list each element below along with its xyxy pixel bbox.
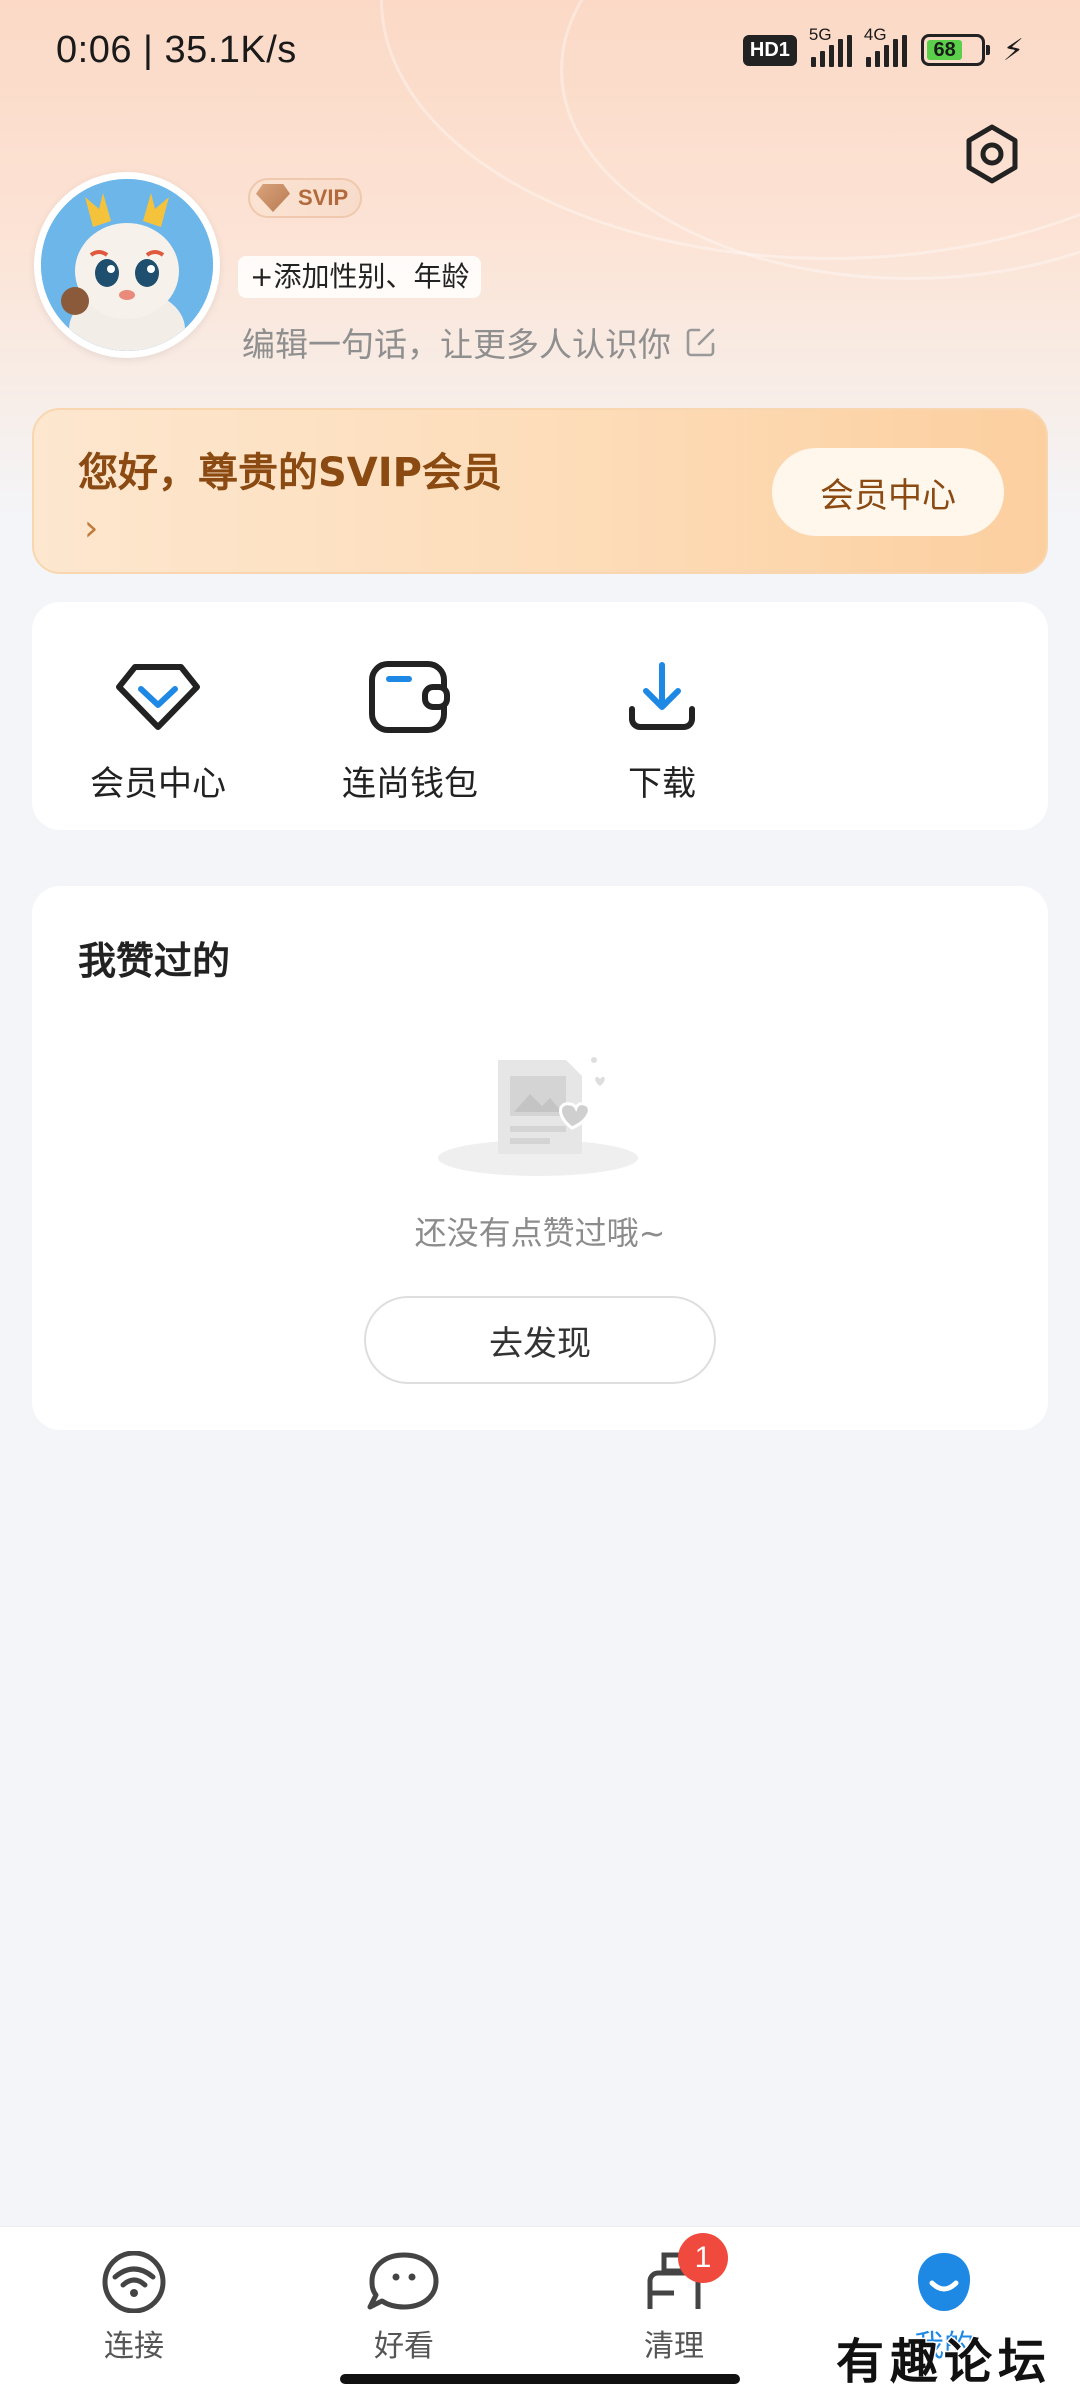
- svip-badge: SVIP: [248, 178, 363, 218]
- svip-badge-label: SVIP: [298, 185, 349, 210]
- liked-title: 我赞过的: [78, 939, 231, 983]
- profile-icon: [918, 2253, 970, 2311]
- charging-icon: ⚡: [1002, 32, 1024, 68]
- watermark: 有趣论坛: [834, 2333, 1053, 2392]
- liked-card: 我赞过的 还没有点赞过哦~ 去发现: [32, 886, 1048, 1430]
- action-download[interactable]: 下载: [562, 652, 762, 805]
- wifi-icon: [102, 2251, 166, 2313]
- add-gender-age-button[interactable]: +添加性别、年龄: [238, 256, 482, 298]
- action-member-center[interactable]: 会员中心: [58, 652, 258, 805]
- bio-placeholder: 编辑一句话，让更多人认识你: [242, 325, 671, 364]
- nav-item-clean[interactable]: 1 清理: [584, 2233, 764, 2365]
- status-bar: 0:06 | 35.1K/s HD1 5G 4G 68 ⚡: [0, 0, 1080, 100]
- home-indicator[interactable]: [340, 2374, 740, 2384]
- bio-edit[interactable]: 编辑一句话，让更多人认识你: [242, 318, 717, 366]
- wallet-icon: [369, 661, 450, 733]
- signal-5g-icon: 5G: [809, 25, 852, 67]
- dragon-mascot-icon: [41, 179, 213, 351]
- nav-label: 清理: [644, 2329, 704, 2364]
- quick-actions-card: 会员中心 连尚钱包 下载: [32, 602, 1048, 830]
- action-label: 下载: [628, 764, 696, 804]
- signal-4g-icon: 4G: [864, 25, 907, 67]
- status-time-speed: 0:06 | 35.1K/s: [56, 28, 297, 71]
- battery-icon: 68: [920, 34, 990, 66]
- gem-icon: [256, 184, 290, 212]
- empty-liked-text: 还没有点赞过哦~: [414, 1214, 666, 1252]
- vip-banner[interactable]: 您好，尊贵的SVIP会员 › 会员中心: [32, 408, 1048, 574]
- edit-icon: [686, 328, 715, 357]
- chat-bubble-icon: [367, 2252, 439, 2310]
- vip-greeting: 您好，尊贵的SVIP会员: [78, 450, 502, 496]
- notification-badge: 1: [678, 2233, 728, 2283]
- nav-label: 好看: [374, 2329, 434, 2364]
- action-label: 会员中心: [90, 764, 226, 804]
- download-icon: [629, 662, 695, 730]
- action-label: 连尚钱包: [342, 764, 478, 804]
- settings-button[interactable]: [956, 118, 1028, 190]
- empty-liked-illustration: [438, 1057, 638, 1176]
- chevron-right-icon: ›: [84, 508, 99, 549]
- member-center-button[interactable]: 会员中心: [772, 448, 1004, 536]
- nav-label: 连接: [104, 2329, 164, 2364]
- hd-icon: HD1: [742, 34, 797, 66]
- nav-item-haokan[interactable]: 好看: [314, 2247, 494, 2365]
- discover-button[interactable]: 去发现: [364, 1296, 716, 1384]
- nav-item-connect[interactable]: 连接: [44, 2247, 224, 2365]
- avatar[interactable]: [34, 172, 220, 358]
- settings-icon: [966, 124, 1018, 184]
- diamond-icon: [116, 664, 200, 730]
- action-wallet[interactable]: 连尚钱包: [310, 652, 510, 805]
